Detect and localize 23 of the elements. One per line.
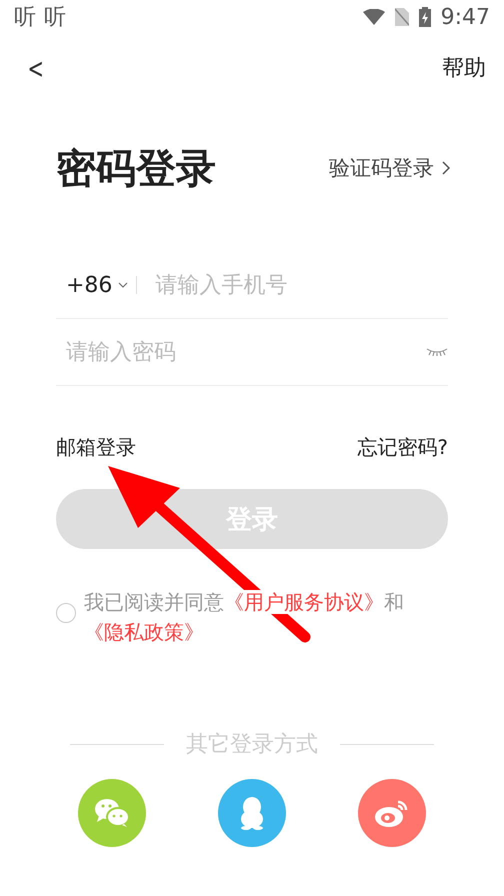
sms-login-link[interactable]: 验证码登录: [329, 154, 450, 182]
status-app-label: 听: [44, 4, 66, 32]
back-button[interactable]: <: [22, 52, 50, 84]
password-input[interactable]: 请输入密码: [56, 340, 426, 364]
help-button[interactable]: 帮助: [442, 53, 486, 83]
chat-bubbles-icon: [94, 798, 130, 828]
caret-icon: [118, 282, 128, 288]
battery-icon: [418, 7, 431, 27]
email-login-link[interactable]: 邮箱登录: [56, 434, 136, 461]
closed-eye-icon[interactable]: [426, 347, 448, 357]
forgot-password-link[interactable]: 忘记密码?: [357, 434, 448, 461]
country-code-selector[interactable]: +86: [56, 272, 128, 298]
no-sim-icon: [394, 8, 409, 26]
agreement-text: 我已阅读并同意《用户服务协议》和 《隐私政策》: [84, 589, 405, 646]
wifi-icon: [362, 9, 385, 25]
phone-input[interactable]: 请输入手机号: [145, 272, 448, 298]
penguin-icon: [238, 796, 266, 830]
status-time: 9:47: [440, 4, 490, 30]
page-title: 密码登录: [56, 144, 216, 194]
status-app-label: 听: [14, 4, 36, 32]
eye-logo-icon: [374, 798, 410, 828]
agreement-radio[interactable]: [56, 603, 76, 623]
chevron-icon: [442, 161, 450, 175]
